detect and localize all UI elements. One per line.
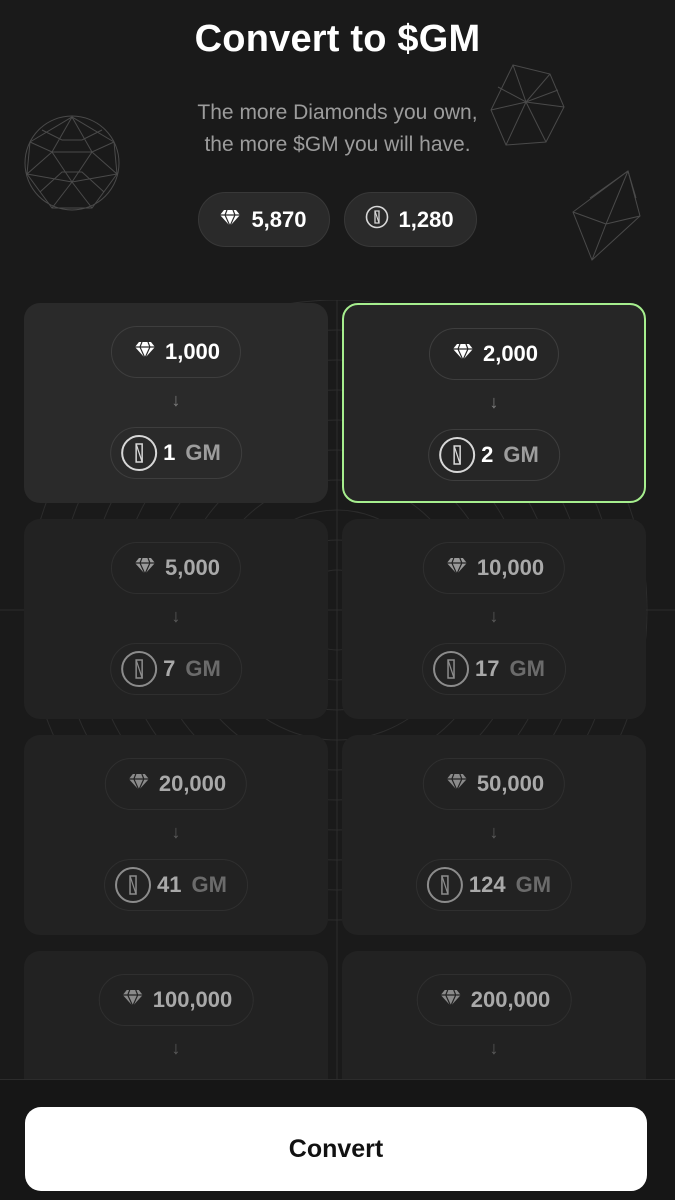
arrow-down-icon: ↓ bbox=[171, 606, 181, 626]
option-gm-amount: 124 GM bbox=[415, 859, 573, 911]
option-diamond-amount: 20,000 bbox=[104, 758, 248, 810]
option-diamond-amount: 2,000 bbox=[428, 328, 560, 380]
option-gm-amount: 17 GM bbox=[422, 643, 566, 695]
page-title: Convert to $GM bbox=[194, 18, 481, 60]
diamond-balance-value: 5,870 bbox=[251, 206, 307, 232]
gm-coin-icon bbox=[121, 435, 158, 471]
option-diamond-amount: 50,000 bbox=[422, 758, 566, 810]
gm-coin-icon bbox=[121, 651, 158, 687]
gm-coin-icon bbox=[115, 867, 152, 903]
option-diamond-amount: 100,000 bbox=[98, 974, 254, 1026]
option-gm-amount: 7 GM bbox=[110, 643, 242, 695]
gm-balance-value: 1,280 bbox=[398, 206, 454, 232]
option-diamond-amount: 10,000 bbox=[422, 542, 566, 594]
arrow-down-icon: ↓ bbox=[171, 1038, 181, 1058]
arrow-down-icon: ↓ bbox=[171, 390, 181, 410]
option-gm-amount: 1 GM bbox=[110, 427, 242, 479]
diamond-icon bbox=[134, 555, 156, 581]
subtitle-line-2: the more $GM you will have. bbox=[204, 133, 471, 156]
balances-row: 5,870 1,280 bbox=[0, 192, 675, 247]
page-subtitle: The more Diamonds you own, the more $GM … bbox=[0, 97, 675, 161]
option-card-1000[interactable]: 1,000 ↓ 1 GM bbox=[24, 303, 328, 503]
arrow-down-icon: ↓ bbox=[489, 822, 499, 842]
option-card-20000: 20,000 ↓ 41 GM bbox=[24, 735, 328, 935]
convert-button[interactable]: Convert bbox=[25, 1107, 647, 1191]
diamond-icon bbox=[440, 987, 462, 1013]
gm-coin-icon bbox=[433, 651, 470, 687]
gm-coin-icon bbox=[426, 867, 463, 903]
diamond-icon bbox=[452, 341, 474, 367]
option-card-2000[interactable]: 2,000 ↓ 2 GM bbox=[342, 303, 646, 503]
subtitle-line-1: The more Diamonds you own, bbox=[197, 101, 478, 124]
gm-coin-icon bbox=[365, 205, 389, 235]
option-gm-amount: 2 GM bbox=[428, 429, 560, 481]
gm-coin-icon bbox=[439, 437, 476, 473]
arrow-down-icon: ↓ bbox=[489, 1038, 499, 1058]
gm-balance: 1,280 bbox=[343, 192, 477, 247]
footer-bar: Convert bbox=[0, 1079, 675, 1200]
option-diamond-amount: 200,000 bbox=[416, 974, 572, 1026]
diamond-icon bbox=[134, 339, 156, 365]
diamond-balance: 5,870 bbox=[198, 192, 330, 247]
diamond-icon bbox=[446, 555, 468, 581]
option-diamond-amount: 5,000 bbox=[110, 542, 242, 594]
arrow-down-icon: ↓ bbox=[489, 606, 499, 626]
option-gm-amount: 41 GM bbox=[104, 859, 248, 911]
option-diamond-amount: 1,000 bbox=[110, 326, 242, 378]
option-card-10000: 10,000 ↓ 17 GM bbox=[342, 519, 646, 719]
diamond-icon bbox=[128, 771, 150, 797]
diamond-icon bbox=[122, 987, 144, 1013]
convert-screen: Convert to $GM The more Diamonds you own… bbox=[0, 0, 675, 1200]
diamond-icon bbox=[219, 207, 241, 233]
diamond-icon bbox=[446, 771, 468, 797]
arrow-down-icon: ↓ bbox=[489, 392, 499, 412]
arrow-down-icon: ↓ bbox=[171, 822, 181, 842]
option-card-50000: 50,000 ↓ 124 GM bbox=[342, 735, 646, 935]
option-card-5000: 5,000 ↓ 7 GM bbox=[24, 519, 328, 719]
